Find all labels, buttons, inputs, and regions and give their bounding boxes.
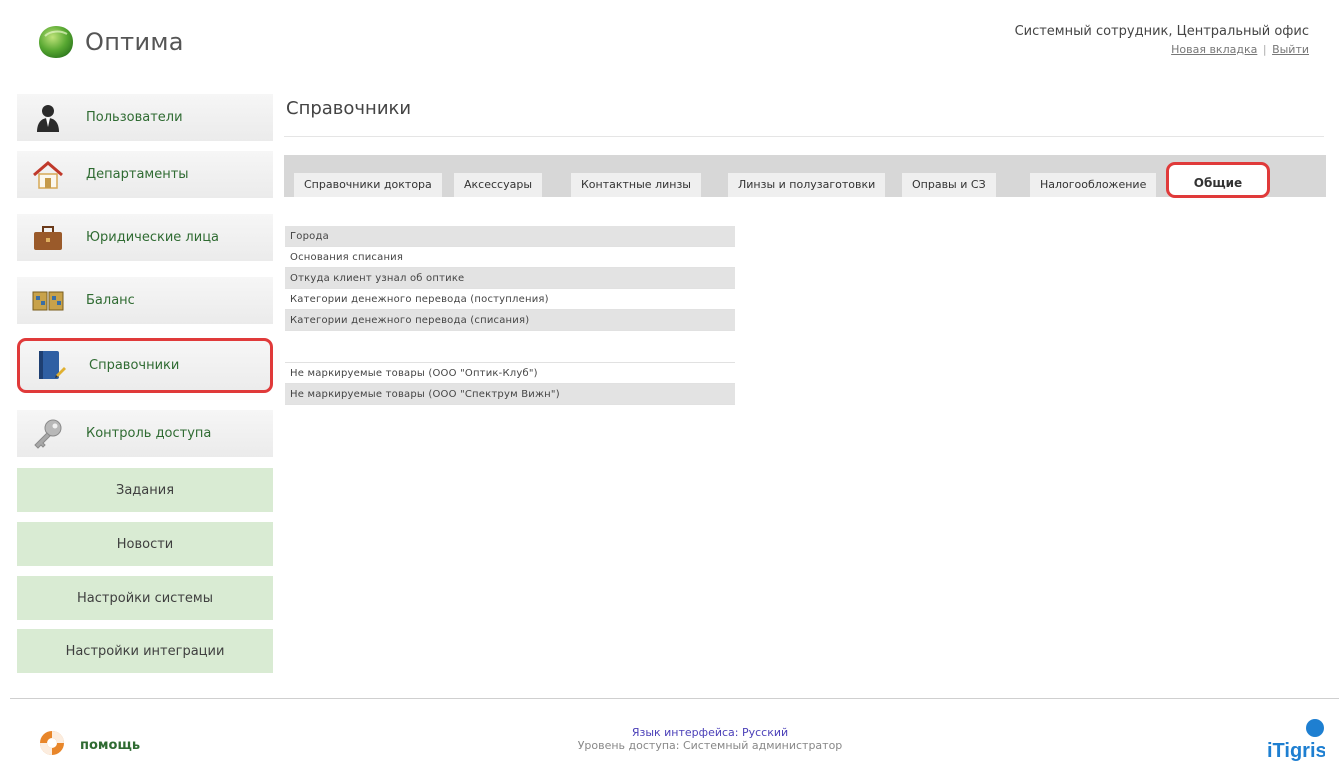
sidebar-item-label: Департаменты — [86, 167, 189, 182]
list-item[interactable]: Категории денежного перевода (списания) — [285, 310, 735, 331]
briefcase-icon — [30, 221, 66, 255]
lifebuoy-icon — [38, 729, 66, 761]
user-name: Системный сотрудник, Центральный офис — [1014, 24, 1309, 39]
logout-link[interactable]: Выйти — [1272, 43, 1309, 56]
tab-frames-sunglasses[interactable]: Оправы и СЗ — [902, 173, 996, 197]
user-links: Новая вкладка | Выйти — [1015, 43, 1309, 56]
sidebar-item-balance[interactable]: Баланс — [17, 277, 273, 324]
sidebar-item-access-control[interactable]: Контроль доступа — [17, 410, 273, 457]
tab-bar: Справочники доктора Аксессуары Контактны… — [284, 155, 1326, 198]
integration-settings-button[interactable]: Настройки интеграции — [17, 629, 273, 673]
help-button[interactable]: помощь — [38, 729, 140, 761]
page-title: Справочники — [286, 98, 412, 119]
list-item[interactable]: Не маркируемые товары (ООО "Спектрум Виж… — [285, 384, 735, 405]
sidebar-item-departments[interactable]: Департаменты — [17, 151, 273, 198]
tab-contact-lenses[interactable]: Контактные линзы — [571, 173, 701, 197]
optima-logo-icon — [36, 22, 76, 62]
title-divider — [284, 136, 1324, 137]
list-item[interactable]: Основания списания — [285, 247, 735, 268]
tab-lenses-semifinished[interactable]: Линзы и полузаготовки — [728, 173, 886, 197]
book-icon — [33, 349, 69, 383]
sidebar-item-label: Баланс — [86, 293, 135, 308]
tab-taxation[interactable]: Налогообложение — [1030, 173, 1157, 197]
brand-text: iTigris — [1267, 740, 1325, 762]
interface-language[interactable]: Язык интерфейса: Русский — [530, 726, 890, 739]
list-item[interactable]: Откуда клиент узнал об оптике — [285, 268, 735, 289]
list-item[interactable]: Категории денежного перевода (поступлени… — [285, 289, 735, 310]
sidebar-item-label: Пользователи — [86, 110, 183, 125]
tasks-button[interactable]: Задания — [17, 468, 273, 512]
key-icon — [30, 417, 66, 451]
user-box: Системный сотрудник, Центральный офис Но… — [1015, 24, 1309, 56]
balance-icon — [30, 284, 66, 318]
sidebar-item-directories[interactable]: Справочники — [17, 338, 273, 393]
house-icon — [30, 158, 66, 192]
app-name: Оптима — [85, 28, 184, 56]
new-tab-link[interactable]: Новая вкладка — [1171, 43, 1257, 56]
footer-info: Язык интерфейса: Русский Уровень доступа… — [530, 726, 890, 752]
sidebar-item-legal-entities[interactable]: Юридические лица — [17, 214, 273, 261]
general-list-2: Не маркируемые товары (ООО "Оптик-Клуб")… — [285, 362, 735, 405]
sidebar-item-label: Справочники — [89, 358, 180, 373]
tab-accessories[interactable]: Аксессуары — [454, 173, 542, 197]
system-settings-button[interactable]: Настройки системы — [17, 576, 273, 620]
tab-general[interactable]: Общие — [1166, 162, 1270, 198]
link-separator: | — [1262, 43, 1267, 56]
news-button[interactable]: Новости — [17, 522, 273, 566]
tab-doctor-directories[interactable]: Справочники доктора — [294, 173, 442, 197]
sidebar-item-label: Юридические лица — [86, 230, 220, 245]
app-logo[interactable]: Оптима — [36, 22, 184, 62]
list-item[interactable]: Города — [285, 226, 735, 247]
general-list-1: Города Основания списания Откуда клиент … — [285, 226, 735, 331]
help-label: помощь — [80, 737, 141, 753]
access-level: Уровень доступа: Системный администратор — [577, 739, 843, 752]
sidebar-item-users[interactable]: Пользователи — [17, 94, 273, 141]
footer-divider — [10, 698, 1339, 699]
itigris-logo: iTigris — [1265, 718, 1327, 762]
sidebar-item-label: Контроль доступа — [86, 426, 212, 441]
list-item[interactable]: Не маркируемые товары (ООО "Оптик-Клуб") — [285, 363, 735, 384]
user-icon — [30, 101, 66, 135]
